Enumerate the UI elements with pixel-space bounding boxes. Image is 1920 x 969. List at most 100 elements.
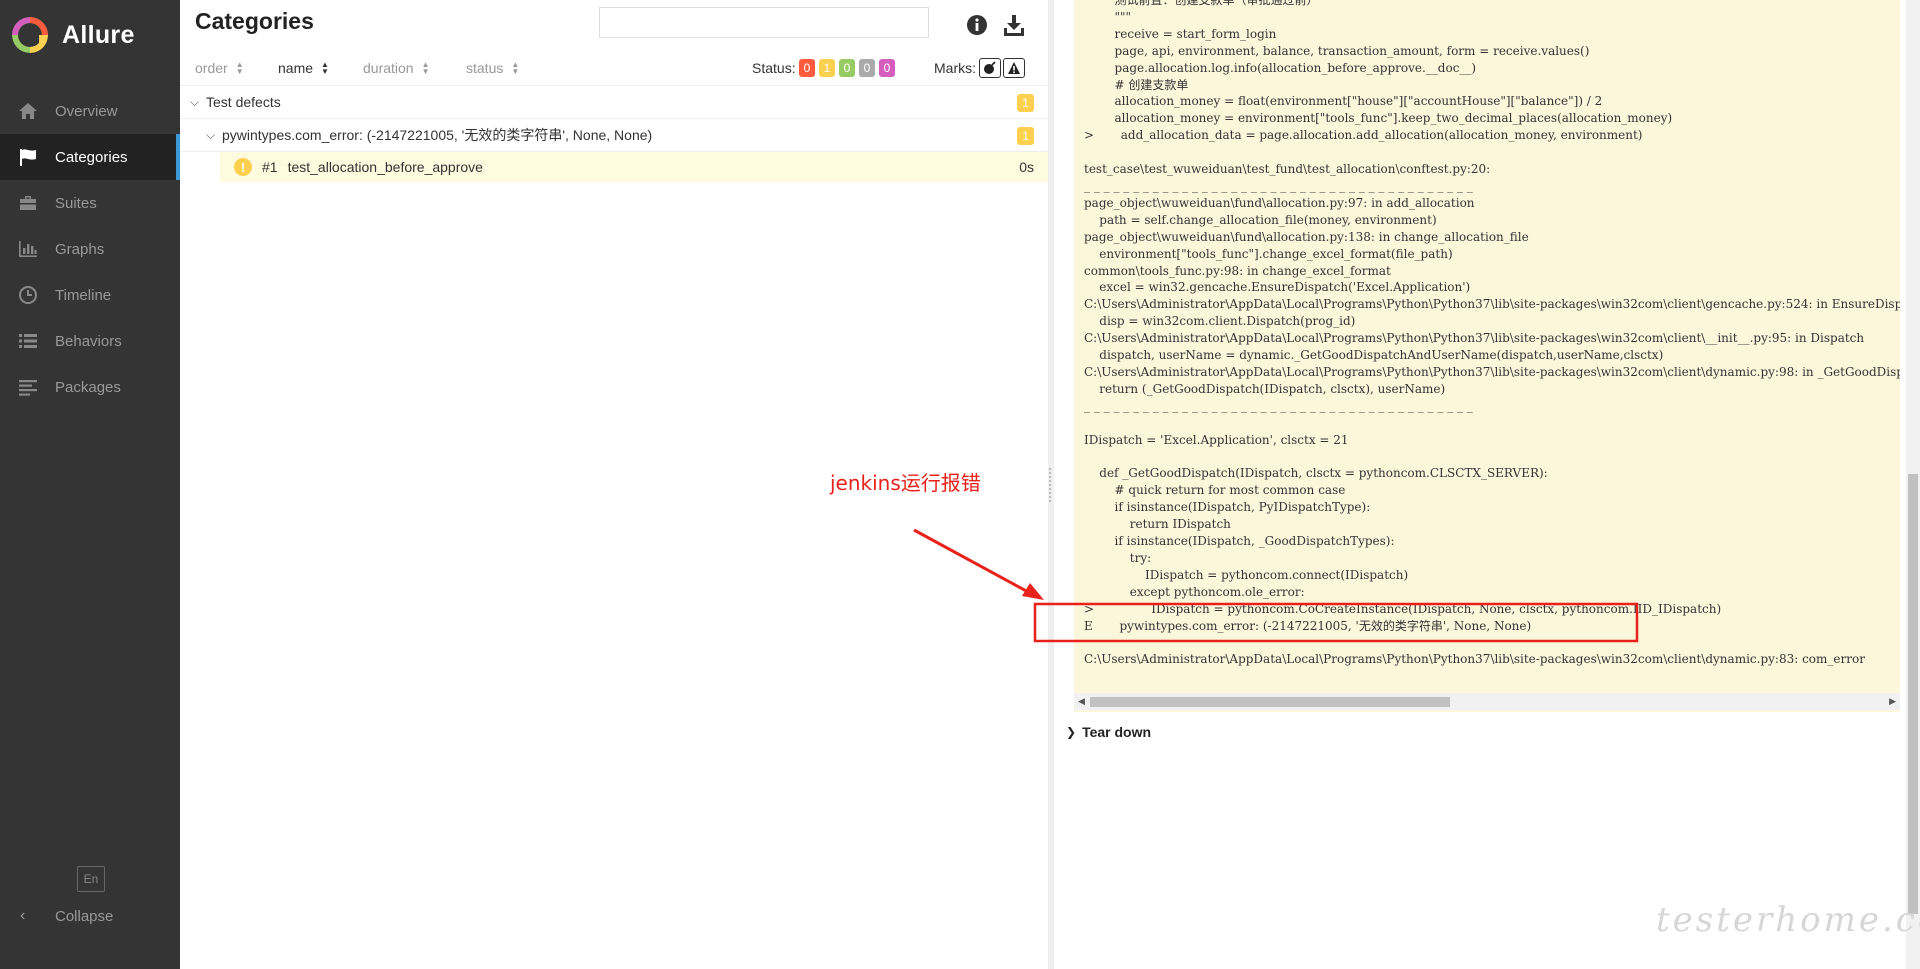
chevron-down-icon: ⌵: [206, 127, 216, 142]
sort-duration[interactable]: duration ▲ ▼: [363, 60, 430, 76]
sidebar-item-label: Overview: [55, 102, 118, 120]
tree-subgroup-label: pywintypes.com_error: (-2147221005, '无效的…: [222, 127, 653, 143]
stack-trace-line: page_object\wuweiduan\fund\allocation.py…: [1084, 229, 1529, 244]
status-filter-label: Status:: [752, 60, 796, 76]
test-case-name: test_allocation_before_approve: [287, 159, 483, 175]
sidebar-item-overview[interactable]: Overview: [0, 88, 180, 134]
brand[interactable]: Allure: [0, 0, 180, 70]
stack-trace-line: # quick return for most common case: [1084, 483, 1346, 498]
splitter-handle[interactable]: [1049, 468, 1053, 502]
info-icon[interactable]: [966, 14, 988, 36]
tree-subgroup-count: 1: [1017, 127, 1034, 145]
stack-trace-line: C:\Users\Administrator\AppData\Local\Pro…: [1084, 364, 1900, 379]
watermark: testerhome.com: [1656, 900, 1920, 940]
sidebar-item-suites[interactable]: Suites: [0, 180, 180, 226]
marks-filter-label: Marks:: [934, 60, 976, 76]
tree-subgroup-com-error[interactable]: ⌵ pywintypes.com_error: (-2147221005, '无…: [180, 119, 1048, 152]
sidebar-item-label: Packages: [55, 378, 121, 396]
sort-name[interactable]: name ▲ ▼: [278, 60, 329, 76]
tree-group-label: Test defects: [206, 94, 281, 110]
allure-logo-icon: [12, 17, 48, 53]
stack-trace-line: IDispatch = pythoncom.connect(IDispatch): [1084, 567, 1409, 582]
align-left-icon: [18, 377, 38, 397]
sort-order[interactable]: order ▲ ▼: [195, 60, 244, 76]
stack-trace-line: # 创建支款单: [1084, 77, 1189, 92]
stack-trace-line: dispatch, userName = dynamic._GetGoodDis…: [1084, 348, 1664, 363]
stack-trace-line: _ _ _ _ _ _ _ _ _ _ _ _ _ _ _ _ _ _ _ _ …: [1084, 398, 1473, 413]
flaky-mark-button[interactable]: [979, 58, 1001, 78]
category-tree: ⌵ Test defects 1 ⌵ pywintypes.com_error:…: [180, 86, 1048, 182]
sort-arrows-icon: ▲ ▼: [321, 60, 329, 76]
sidebar-item-graphs[interactable]: Graphs: [0, 226, 180, 272]
download-icon[interactable]: [1002, 13, 1026, 37]
stack-trace-line: return IDispatch: [1084, 517, 1231, 532]
tear-down-section[interactable]: ❯ Tear down: [1066, 724, 1151, 740]
stack-trace-line: allocation_money = float(environment["ho…: [1084, 94, 1603, 109]
sort-bar: order ▲ ▼ name ▲ ▼ duration ▲ ▼ status ▲ ▼ S…: [180, 56, 1048, 86]
stack-trace-line: C:\Users\Administrator\AppData\Local\Pro…: [1084, 652, 1865, 667]
stack-trace-line: if isinstance(IDispatch, PyIDispatchType…: [1084, 500, 1371, 515]
sidebar-nav: Overview Categories Suites Graphs Timeli…: [0, 88, 180, 410]
sort-arrows-icon: ▲ ▼: [511, 60, 520, 76]
sidebar-item-timeline[interactable]: Timeline: [0, 272, 180, 318]
sort-arrows-icon: ▲ ▼: [235, 60, 244, 76]
language-switch-button[interactable]: En: [77, 866, 105, 892]
stack-trace-line: > IDispatch = pythoncom.CoCreateInstance…: [1084, 601, 1722, 616]
sidebar-item-packages[interactable]: Packages: [0, 364, 180, 410]
status-broken-badge[interactable]: 1: [819, 59, 835, 77]
sidebar-item-label: Suites: [55, 194, 97, 212]
vertical-scrollbar[interactable]: [1906, 0, 1920, 969]
stack-trace-line: [1084, 144, 1900, 161]
stack-trace-line: C:\Users\Administrator\AppData\Local\Pro…: [1084, 331, 1865, 346]
stack-trace-line: page, api, environment, balance, transac…: [1084, 43, 1590, 58]
stack-trace-line: test_case\test_wuweiduan\test_fund\test_…: [1084, 162, 1491, 177]
tear-down-label: Tear down: [1082, 724, 1152, 740]
stack-trace-line: excel = win32.gencache.EnsureDispatch('E…: [1084, 280, 1471, 295]
scrollbar-thumb[interactable]: [1908, 474, 1918, 914]
new-failed-mark-button[interactable]: [1003, 58, 1025, 78]
stack-trace-line: try:: [1084, 550, 1152, 565]
stack-trace-line: IDispatch = 'Excel.Application', clsctx …: [1084, 432, 1349, 447]
scrollbar-thumb[interactable]: [1090, 697, 1450, 707]
tree-group-test-defects[interactable]: ⌵ Test defects 1: [180, 86, 1048, 119]
allure-report-app: Allure Overview Categories Suites Graphs: [0, 0, 1920, 969]
stack-trace-line: [1084, 415, 1900, 432]
home-icon: [18, 101, 38, 121]
test-case-duration: 0s: [1019, 159, 1034, 175]
stack-trace-line: 测试前置：创建支款单（审批通过前）: [1084, 0, 1319, 7]
stack-trace-line: common\tools_func.py:98: in change_excel…: [1084, 263, 1391, 278]
broken-status-icon: !: [234, 158, 252, 176]
sidebar: Allure Overview Categories Suites Graphs: [0, 0, 180, 969]
search-input[interactable]: [599, 7, 929, 38]
brand-name: Allure: [62, 20, 135, 49]
stack-trace-line: [1084, 448, 1900, 465]
status-filter: 0 1 0 0 0: [799, 59, 895, 77]
status-unknown-badge[interactable]: 0: [879, 59, 895, 77]
status-skipped-badge[interactable]: 0: [859, 59, 875, 77]
sort-status-label: status: [466, 60, 504, 76]
stack-trace-line: page_object\wuweiduan\fund\allocation.py…: [1084, 195, 1475, 210]
page-title: Categories: [195, 8, 314, 34]
scroll-left-icon: ◀: [1078, 696, 1085, 706]
sidebar-item-categories[interactable]: Categories: [0, 134, 180, 180]
stack-trace-text: 测试前置：创建支款单（审批通过前） """ receive = start_fo…: [1084, 0, 1900, 668]
stack-trace-block: 测试前置：创建支款单（审批通过前） """ receive = start_fo…: [1074, 0, 1900, 712]
clock-icon: [18, 285, 38, 305]
sidebar-item-behaviors[interactable]: Behaviors: [0, 318, 180, 364]
test-case-row[interactable]: ! #1 test_allocation_before_approve 0s: [220, 152, 1048, 182]
briefcase-icon: [18, 193, 38, 213]
collapse-button[interactable]: ‹ Collapse: [0, 896, 180, 936]
stack-trace-line: E pywintypes.com_error: (-2147221005, '无…: [1084, 618, 1532, 633]
list-icon: [18, 331, 38, 351]
sort-status[interactable]: status ▲ ▼: [466, 60, 519, 76]
sidebar-item-label: Behaviors: [55, 332, 122, 350]
status-passed-badge[interactable]: 0: [839, 59, 855, 77]
status-failed-badge[interactable]: 0: [799, 59, 815, 77]
stack-trace-line: except pythoncom.ole_error:: [1084, 584, 1305, 599]
bar-chart-icon: [18, 239, 38, 259]
flag-icon: [18, 147, 38, 167]
horizontal-scrollbar[interactable]: ◀ ▶: [1074, 693, 1900, 710]
stack-trace-line: allocation_money = environment["tools_fu…: [1084, 111, 1673, 126]
test-detail-pane: 测试前置：创建支款单（审批通过前） """ receive = start_fo…: [1054, 0, 1920, 969]
sort-arrows-icon: ▲ ▼: [421, 60, 430, 76]
